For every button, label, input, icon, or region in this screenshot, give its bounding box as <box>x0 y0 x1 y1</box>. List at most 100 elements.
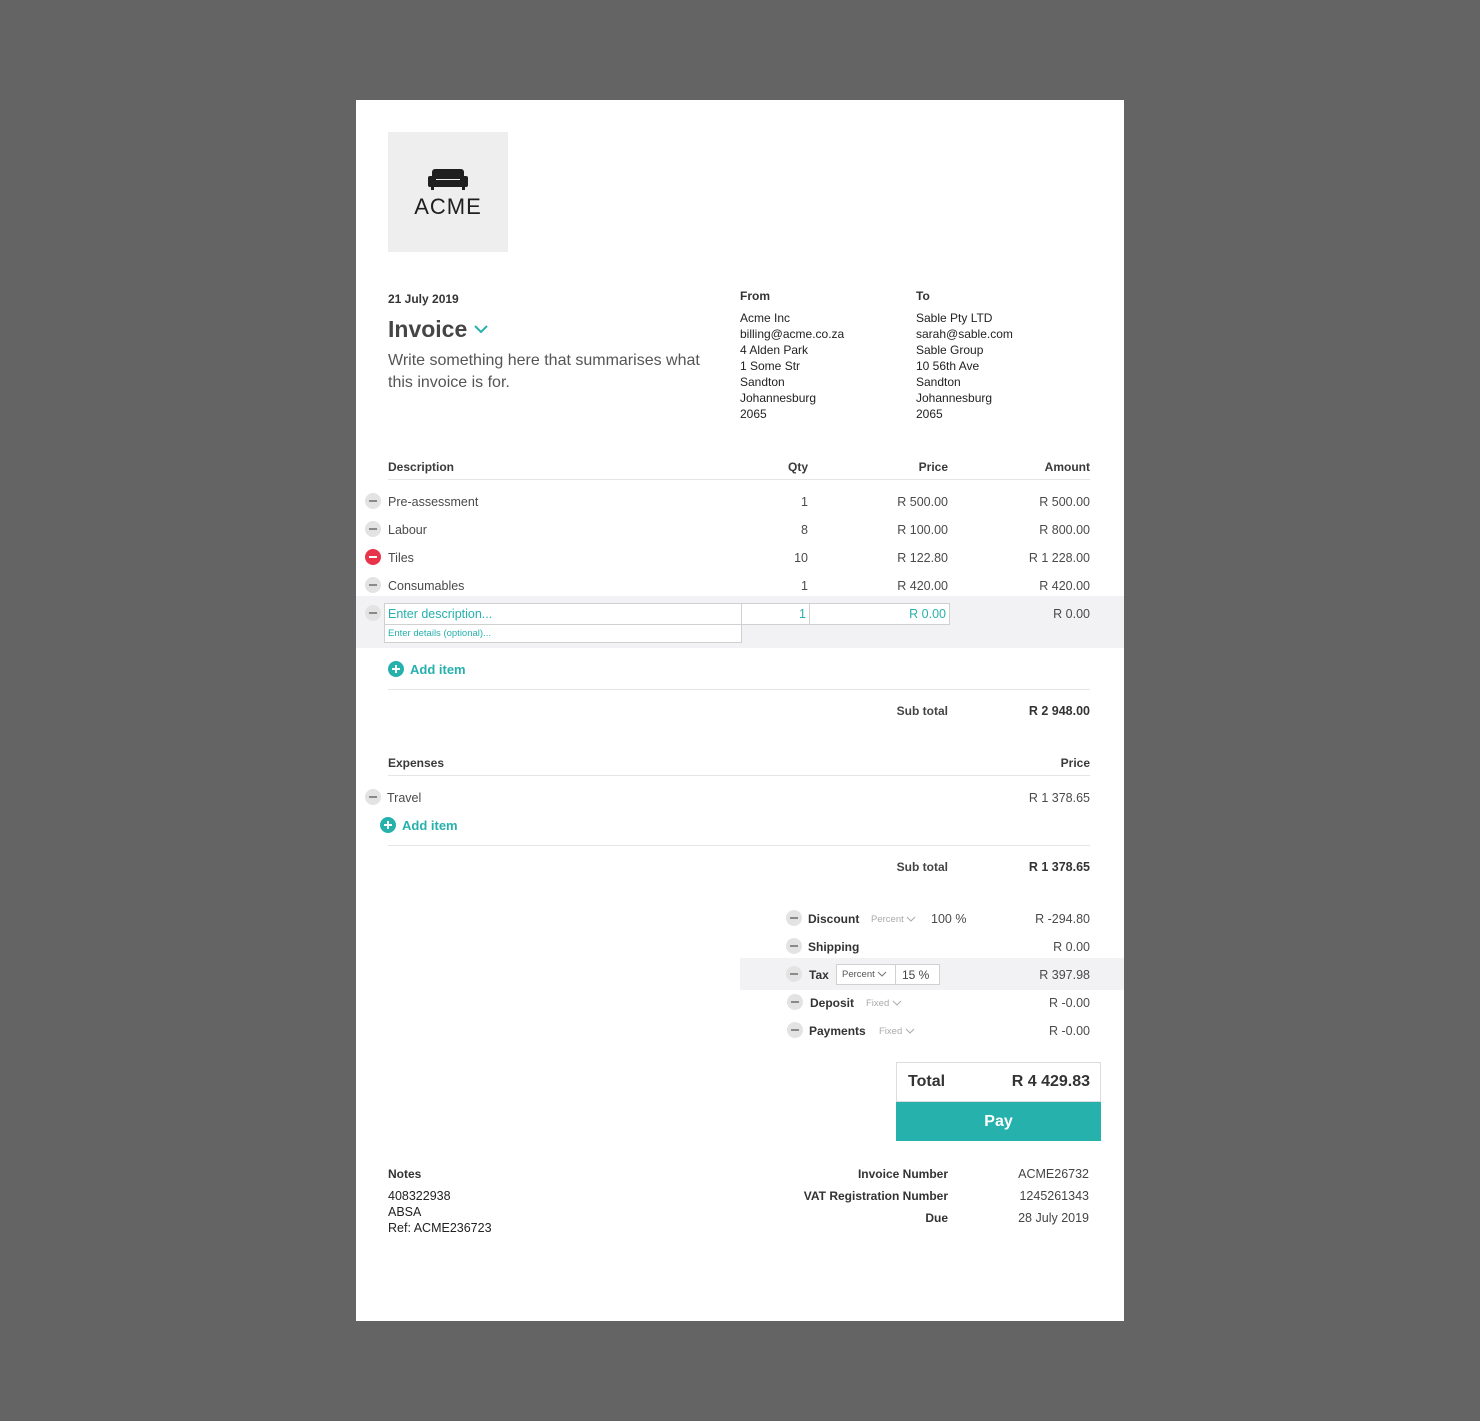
item-amount: R 0.00 <box>1053 607 1090 621</box>
remove-item-button[interactable] <box>365 577 381 593</box>
remove-shipping-button[interactable] <box>786 938 802 954</box>
to-line: 10 56th Ave <box>916 359 980 373</box>
item-qty[interactable]: 1 <box>748 495 808 509</box>
expenses-price-header: Price <box>1060 756 1090 770</box>
item-qty[interactable]: 10 <box>748 551 808 565</box>
item-amount: R 1 228.00 <box>1028 551 1090 565</box>
item-qty[interactable]: 1 <box>748 579 808 593</box>
to-line: Sable Pty LTD <box>916 311 993 325</box>
expenses-heading: Expenses <box>388 756 445 770</box>
notes-line: 408322938 <box>388 1189 451 1203</box>
chevron-down-icon[interactable] <box>474 324 488 334</box>
shipping-value[interactable]: R 0.00 <box>990 940 1090 954</box>
discount-rate[interactable]: 100 % <box>931 912 966 926</box>
pay-button[interactable]: Pay <box>896 1102 1101 1141</box>
document-type-title[interactable]: Invoice <box>388 316 467 343</box>
to-line: Sable Group <box>916 343 984 357</box>
due-label: Due <box>925 1211 948 1225</box>
payments-value[interactable]: R -0.00 <box>990 1024 1090 1038</box>
from-heading: From <box>740 289 770 303</box>
remove-expense-button[interactable] <box>365 789 381 805</box>
to-heading: To <box>916 289 930 303</box>
remove-item-button[interactable] <box>365 521 381 537</box>
remove-payments-button[interactable] <box>787 1022 803 1038</box>
description-input[interactable] <box>384 603 742 625</box>
deposit-type-select[interactable]: Fixed <box>866 998 902 1009</box>
price-input[interactable] <box>809 603 950 625</box>
shipping-label: Shipping <box>808 940 860 954</box>
deposit-type-value: Fixed <box>866 998 890 1009</box>
vat-number-value[interactable]: 1245261343 <box>969 1189 1089 1203</box>
notes-content[interactable]: 408322938 ABSA Ref: ACME236723 <box>388 1188 492 1236</box>
column-header-description: Description <box>388 460 455 474</box>
remove-discount-button[interactable] <box>786 910 802 926</box>
add-item-icon[interactable] <box>388 661 404 677</box>
expense-description[interactable]: Travel <box>387 791 421 805</box>
item-price[interactable]: R 420.00 <box>848 579 948 593</box>
due-date-value[interactable]: 28 July 2019 <box>969 1211 1089 1225</box>
expenses-subtotal-label: Sub total <box>896 860 948 874</box>
from-line: billing@acme.co.za <box>740 327 845 341</box>
tax-type-value: Percent <box>842 969 875 980</box>
items-subtotal-label: Sub total <box>896 704 948 718</box>
item-price[interactable]: R 122.80 <box>848 551 948 565</box>
add-expense-icon[interactable] <box>380 817 396 833</box>
from-line: Acme Inc <box>740 311 791 325</box>
to-line: Sandton <box>916 375 961 389</box>
item-description[interactable]: Pre-assessment <box>388 495 478 509</box>
qty-input[interactable] <box>741 603 810 625</box>
payments-type-select[interactable]: Fixed <box>879 1026 915 1037</box>
item-description[interactable]: Tiles <box>388 551 414 565</box>
invoice-number-label: Invoice Number <box>857 1167 948 1181</box>
chevron-down-icon <box>907 916 916 922</box>
notes-heading: Notes <box>388 1167 422 1181</box>
deposit-value[interactable]: R -0.00 <box>990 996 1090 1010</box>
column-header-amount: Amount <box>1044 460 1090 474</box>
notes-line: Ref: ACME236723 <box>388 1221 492 1235</box>
to-line: sarah@sable.com <box>916 327 1013 341</box>
divider <box>388 479 1090 480</box>
item-description[interactable]: Consumables <box>388 579 464 593</box>
details-input[interactable] <box>384 624 742 643</box>
from-line: Sandton <box>740 375 785 389</box>
add-item-button[interactable]: Add item <box>410 662 466 677</box>
total-box: Total R 4 429.83 <box>896 1062 1101 1102</box>
from-line: 1 Some Str <box>740 359 801 373</box>
item-price[interactable]: R 500.00 <box>848 495 948 509</box>
expense-price[interactable]: R 1 378.65 <box>990 791 1090 805</box>
item-amount: R 420.00 <box>1039 579 1090 593</box>
item-price[interactable]: R 100.00 <box>848 523 948 537</box>
tax-rate-input[interactable]: 15 % <box>895 964 940 985</box>
invoice-date[interactable]: 21 July 2019 <box>388 292 459 306</box>
column-header-price: Price <box>918 460 948 474</box>
remove-item-button[interactable] <box>365 605 381 621</box>
discount-type-select[interactable]: Percent <box>871 914 916 925</box>
sofa-icon <box>428 169 468 190</box>
remove-item-button[interactable] <box>365 493 381 509</box>
to-line: 2065 <box>916 407 943 421</box>
chevron-down-icon <box>878 971 887 977</box>
tax-label: Tax <box>809 968 829 982</box>
item-amount: R 500.00 <box>1039 495 1090 509</box>
remove-item-button[interactable] <box>365 549 381 565</box>
discount-label: Discount <box>808 912 860 926</box>
divider <box>388 845 1090 846</box>
invoice-summary[interactable]: Write something here that summarises wha… <box>388 350 708 394</box>
from-address[interactable]: Acme Inc billing@acme.co.za 4 Alden Park… <box>740 310 844 422</box>
items-subtotal-value: R 2 948.00 <box>1028 704 1090 718</box>
from-line: Johannesburg <box>740 391 817 405</box>
item-description[interactable]: Labour <box>388 523 427 537</box>
discount-value: R -294.80 <box>1035 912 1090 926</box>
to-address[interactable]: Sable Pty LTD sarah@sable.com Sable Grou… <box>916 310 1013 422</box>
remove-tax-button[interactable] <box>786 966 802 982</box>
total-label: Total <box>908 1073 946 1090</box>
expenses-subtotal-value: R 1 378.65 <box>1028 860 1090 874</box>
invoice-number-value[interactable]: ACME26732 <box>969 1167 1089 1181</box>
item-qty[interactable]: 8 <box>748 523 808 537</box>
invoice-page: ACME 21 July 2019 Invoice Write somethin… <box>356 100 1124 1321</box>
tax-type-select[interactable]: Percent <box>836 964 896 985</box>
add-expense-button[interactable]: Add item <box>402 818 458 833</box>
payments-type-value: Fixed <box>879 1026 903 1037</box>
company-logo: ACME <box>388 132 508 252</box>
remove-deposit-button[interactable] <box>787 994 803 1010</box>
